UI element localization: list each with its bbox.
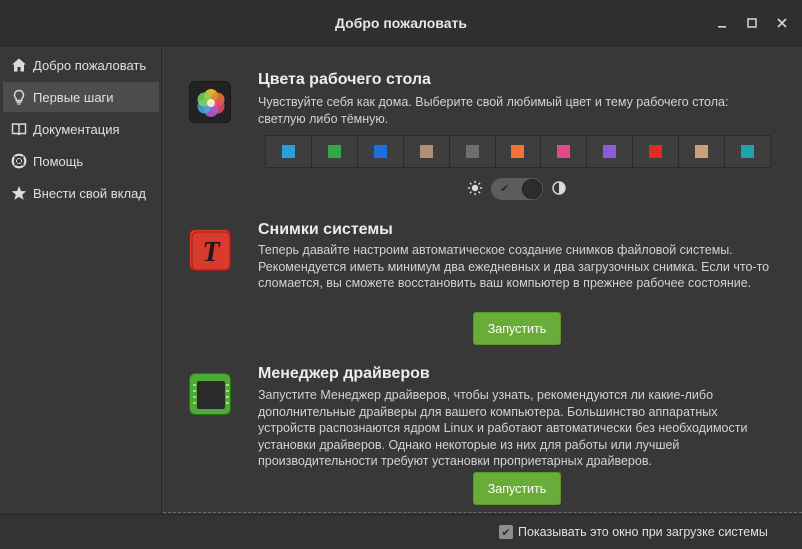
- title-bar: Добро пожаловать: [0, 0, 802, 46]
- timeshift-launch-button[interactable]: Запустить: [473, 312, 561, 345]
- sidebar: Добро пожаловать Первые шаги Документаци…: [0, 46, 162, 514]
- sidebar-item-help[interactable]: Помощь: [3, 146, 159, 176]
- color-swatch-chip: [373, 145, 387, 158]
- color-swatch[interactable]: [404, 136, 450, 167]
- color-swatch-chip: [281, 145, 295, 158]
- close-button[interactable]: [771, 12, 793, 34]
- startup-checkbox-row[interactable]: ✔ Показывать это окно при загрузке систе…: [499, 525, 768, 539]
- home-icon: [10, 56, 28, 74]
- color-swatch[interactable]: [633, 136, 680, 167]
- color-swatch-chip: [649, 145, 663, 158]
- sidebar-item-documentation[interactable]: Документация: [3, 114, 159, 144]
- sidebar-item-first-steps[interactable]: Первые шаги: [3, 82, 159, 112]
- color-swatch-chip: [741, 145, 755, 158]
- color-swatch-chip: [557, 145, 571, 158]
- sidebar-item-label: Добро пожаловать: [33, 57, 147, 73]
- color-swatch[interactable]: [541, 136, 588, 167]
- color-swatch[interactable]: [725, 136, 770, 167]
- color-swatch-chip: [695, 145, 709, 158]
- lightbulb-icon: [10, 88, 28, 106]
- svg-text:T: T: [202, 237, 221, 268]
- book-icon: [10, 120, 28, 138]
- colors-title: Цвета рабочего стола: [258, 71, 431, 88]
- color-swatch[interactable]: [496, 136, 542, 167]
- color-swatch[interactable]: [450, 136, 496, 167]
- window-title: Добро пожаловать: [335, 15, 467, 31]
- color-swatch[interactable]: [679, 136, 726, 167]
- sidebar-item-label: Первые шаги: [33, 89, 114, 105]
- color-swatch-bar: [265, 135, 771, 168]
- color-swatch[interactable]: [358, 136, 404, 167]
- drivers-launch-button[interactable]: Запустить: [473, 472, 561, 505]
- welcome-window: Добро пожаловать Добро пожаловать Первые…: [0, 0, 802, 549]
- sidebar-item-label: Помощь: [33, 153, 84, 169]
- timeshift-description: Теперь давайте настроим автоматическое с…: [258, 243, 770, 290]
- color-swatch-chip: [511, 145, 525, 158]
- maximize-button[interactable]: [741, 12, 763, 34]
- theme-switch-row: ✔: [467, 177, 567, 201]
- drivers-description: Запустите Менеджер драйверов, чтобы узна…: [258, 388, 748, 468]
- color-swatch-chip: [419, 145, 433, 158]
- sidebar-item-label: Внести свой вклад: [33, 185, 146, 201]
- lifebuoy-icon: [10, 152, 28, 170]
- sidebar-item-contribute[interactable]: Внести свой вклад: [3, 178, 159, 208]
- colors-description: Чувствуйте себя как дома. Выберите свой …: [258, 95, 729, 126]
- color-swatch[interactable]: [312, 136, 358, 167]
- color-swatch-chip: [465, 145, 479, 158]
- minimize-icon: [718, 26, 726, 28]
- drivers-title: Менеджер драйверов: [258, 365, 430, 382]
- timeshift-icon: T: [189, 229, 231, 271]
- sidebar-item-welcome[interactable]: Добро пожаловать: [3, 50, 159, 80]
- sidebar-item-label: Документация: [33, 121, 120, 137]
- minimize-button[interactable]: [711, 12, 733, 34]
- scroll-edge-divider: [163, 512, 802, 513]
- driver-manager-icon: [189, 373, 231, 415]
- dark-theme-toggle[interactable]: ✔: [491, 178, 543, 200]
- startup-checkbox-label: Показывать это окно при загрузке системы: [518, 525, 768, 539]
- color-swatch[interactable]: [266, 136, 312, 167]
- color-swatch-chip: [603, 145, 617, 158]
- close-icon: [777, 18, 787, 28]
- main-content: Цвета рабочего стола Чувствуйте себя как…: [163, 46, 802, 514]
- color-swatch-chip: [327, 145, 341, 158]
- maximize-icon: [747, 18, 757, 28]
- check-icon: ✔: [500, 183, 510, 195]
- startup-checkbox[interactable]: ✔: [499, 525, 513, 539]
- sun-icon: [467, 180, 483, 199]
- timeshift-title: Снимки системы: [258, 221, 393, 238]
- color-swatch[interactable]: [587, 136, 634, 167]
- toggle-knob: [522, 179, 542, 199]
- footer: ✔ Показывать это окно при загрузке систе…: [0, 514, 802, 549]
- color-theme-icon: [189, 81, 231, 123]
- star-icon: [10, 184, 28, 202]
- moon-icon: [551, 180, 567, 199]
